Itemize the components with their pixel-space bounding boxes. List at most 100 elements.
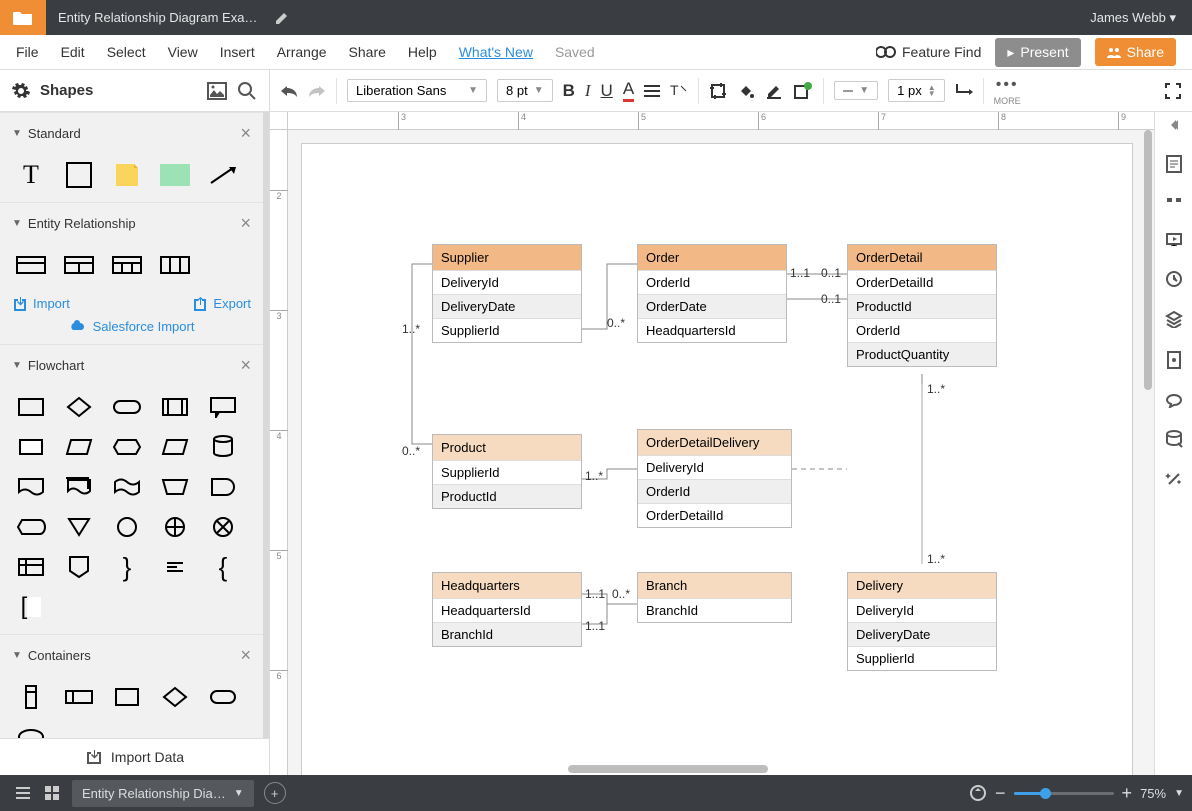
fullscreen-icon[interactable] — [1164, 82, 1182, 100]
fill-icon[interactable] — [737, 82, 755, 100]
fc-subroutine[interactable] — [156, 392, 194, 422]
entity-field[interactable]: ProductQuantity — [848, 342, 996, 366]
entity-field[interactable]: HeadquartersId — [638, 318, 786, 342]
border-color-icon[interactable] — [765, 82, 783, 100]
rect-shape[interactable] — [60, 160, 98, 190]
ruler-vertical[interactable]: 23456 — [270, 130, 288, 775]
ruler-horizontal[interactable]: 3456789 — [288, 112, 1154, 130]
fc-connector[interactable] — [108, 512, 146, 542]
comment-icon[interactable] — [1165, 196, 1183, 210]
size-select[interactable]: 8 pt▼ — [497, 79, 553, 102]
close-icon[interactable]: × — [240, 645, 251, 666]
menu-file[interactable]: File — [16, 44, 39, 60]
fc-sum[interactable] — [156, 512, 194, 542]
autosync-icon[interactable] — [969, 784, 987, 802]
fc-hex[interactable] — [108, 432, 146, 462]
entity-product[interactable]: Product SupplierId ProductId — [432, 434, 582, 509]
feature-find[interactable]: Feature Find — [876, 44, 981, 60]
cn-5[interactable] — [204, 682, 242, 712]
page[interactable]: Supplier DeliveryId DeliveryDate Supplie… — [302, 144, 1132, 775]
fc-internal[interactable] — [12, 552, 50, 582]
panel-flowchart[interactable]: ▼Flowchart× — [0, 344, 263, 386]
edit-title-icon[interactable] — [275, 11, 289, 25]
redo-icon[interactable] — [308, 84, 326, 98]
entity-field[interactable]: SupplierId — [433, 318, 581, 342]
page-settings-icon[interactable] — [1165, 154, 1183, 174]
fc-brace-r[interactable]: } — [108, 552, 146, 582]
font-select[interactable]: Liberation Sans▼ — [347, 79, 487, 102]
entity-header[interactable]: Branch — [638, 573, 791, 598]
fc-brace-l[interactable]: { — [204, 552, 242, 582]
entity-field[interactable]: ProductId — [848, 294, 996, 318]
user-menu[interactable]: James Webb ▾ — [1074, 10, 1192, 26]
present-rail-icon[interactable] — [1165, 232, 1183, 248]
fc-note[interactable] — [156, 552, 194, 582]
document-title[interactable]: Entity Relationship Diagram Exa… — [46, 10, 269, 25]
folder-icon[interactable] — [0, 0, 46, 35]
fc-display[interactable] — [12, 512, 50, 542]
present-button[interactable]: ▸ Present — [995, 38, 1080, 67]
entity-header[interactable]: Delivery — [848, 573, 996, 598]
entity-field[interactable]: OrderDate — [638, 294, 786, 318]
er-shape-4[interactable] — [156, 250, 194, 280]
fc-cyl[interactable] — [204, 432, 242, 462]
import-data-button[interactable]: Import Data — [0, 738, 269, 775]
list-view-icon[interactable] — [14, 786, 32, 800]
menu-whatsnew[interactable]: What's New — [459, 44, 533, 60]
share-button[interactable]: Share — [1095, 38, 1176, 66]
zoom-slider[interactable] — [1014, 792, 1114, 795]
entity-field[interactable]: BranchId — [638, 598, 791, 622]
entity-field[interactable]: OrderId — [638, 270, 786, 294]
entity-orderdetaildelivery[interactable]: OrderDetailDelivery DeliveryId OrderId O… — [637, 429, 792, 528]
er-shape-3[interactable] — [108, 250, 146, 280]
underline-icon[interactable]: U — [601, 81, 613, 101]
cn-6[interactable] — [12, 722, 50, 738]
cn-2[interactable] — [60, 682, 98, 712]
fc-tape[interactable] — [108, 472, 146, 502]
undo-icon[interactable] — [280, 84, 298, 98]
entity-field[interactable]: DeliveryId — [638, 455, 791, 479]
er-import[interactable]: Import — [12, 296, 70, 311]
canvas[interactable]: Supplier DeliveryId DeliveryDate Supplie… — [288, 130, 1154, 775]
collapse-rail-icon[interactable] — [1167, 118, 1181, 132]
bold-icon[interactable]: B — [563, 81, 575, 101]
canvas-h-scrollbar[interactable] — [288, 765, 1154, 775]
entity-header[interactable]: Headquarters — [433, 573, 581, 598]
zoom-level[interactable]: 75% — [1140, 786, 1166, 801]
fc-terminator[interactable] — [108, 392, 146, 422]
fc-trap[interactable] — [60, 432, 98, 462]
fc-merge[interactable] — [60, 512, 98, 542]
fc-bracket[interactable]: [ — [12, 592, 50, 622]
arrow-shape[interactable] — [204, 160, 242, 190]
er-export[interactable]: Export — [192, 296, 251, 311]
fc-docs[interactable] — [60, 472, 98, 502]
fc-or[interactable] — [204, 512, 242, 542]
connector-icon[interactable] — [955, 82, 973, 100]
entity-header[interactable]: OrderDetail — [848, 245, 996, 270]
entity-field[interactable]: DeliveryDate — [433, 294, 581, 318]
entity-field[interactable]: DeliveryDate — [848, 622, 996, 646]
entity-orderdetail[interactable]: OrderDetail OrderDetailId ProductId Orde… — [847, 244, 997, 367]
panel-er[interactable]: ▼Entity Relationship× — [0, 202, 263, 244]
shape-style-icon[interactable] — [793, 82, 813, 100]
zoom-in-button[interactable]: + — [1122, 783, 1133, 804]
gear-icon[interactable] — [12, 82, 30, 100]
entity-header[interactable]: Order — [638, 245, 786, 270]
panel-containers[interactable]: ▼Containers× — [0, 634, 263, 676]
er-shape-2[interactable] — [60, 250, 98, 280]
entity-headquarters[interactable]: Headquarters HeadquartersId BranchId — [432, 572, 582, 647]
entity-supplier[interactable]: Supplier DeliveryId DeliveryDate Supplie… — [432, 244, 582, 343]
fc-delay[interactable] — [204, 472, 242, 502]
entity-header[interactable]: Product — [433, 435, 581, 460]
line-style-select[interactable]: ▼ — [834, 81, 878, 100]
entity-field[interactable]: OrderDetailId — [638, 503, 791, 527]
entity-field[interactable]: DeliveryId — [433, 270, 581, 294]
entity-branch[interactable]: Branch BranchId — [637, 572, 792, 623]
close-icon[interactable]: × — [240, 123, 251, 144]
align-icon[interactable] — [644, 84, 660, 98]
text-shape[interactable]: T — [12, 160, 50, 190]
chat-icon[interactable] — [1165, 392, 1183, 408]
database-icon[interactable] — [1165, 430, 1183, 448]
canvas-v-scrollbar[interactable] — [1144, 130, 1154, 670]
er-shape-1[interactable] — [12, 250, 50, 280]
